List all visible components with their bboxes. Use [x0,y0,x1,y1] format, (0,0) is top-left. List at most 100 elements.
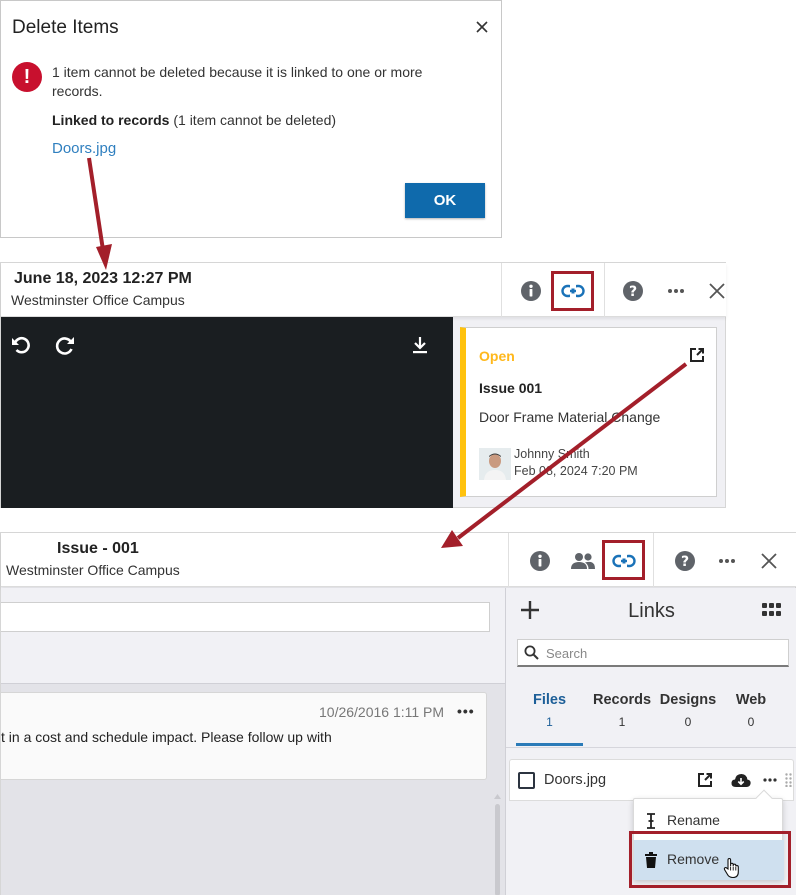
linked-records-label: Linked to records [52,112,170,128]
record-number: Issue 001 [479,380,543,396]
help-button[interactable]: ? [621,279,645,303]
issue-details-area: 10/26/2016 1:11 PM ••• t in a cost and s… [1,588,505,895]
user-photo-icon [479,448,511,480]
photo-viewer-panel: June 18, 2023 12:27 PM Westminster Offic… [0,262,726,508]
svg-text:?: ? [629,284,637,300]
tab-count: 0 [747,715,755,729]
delete-items-dialog: Delete Items ! 1 item cannot be deleted … [0,0,502,238]
close-button[interactable] [758,549,780,573]
file-name: Doors.jpg [544,772,607,788]
toolbar-divider [604,263,605,317]
download-file-button[interactable] [730,771,752,789]
tab-designs[interactable]: Designs 0 [656,692,720,746]
linked-file-row[interactable]: Doors.jpg [509,759,794,801]
menu-item-label: Rename [667,812,720,828]
file-checkbox[interactable] [518,772,535,789]
file-more-button[interactable] [762,771,778,789]
rotate-right-button[interactable] [53,333,77,357]
tab-files[interactable]: Files 1 [516,692,583,746]
tab-records[interactable]: Records 1 [586,692,658,746]
dialog-close-button[interactable] [474,19,490,35]
error-exclamation-icon: ! [12,62,42,92]
issue-title: Issue - 001 [57,540,139,557]
tab-count: 1 [618,715,626,729]
issue-header: Issue - 001 Westminster Office Campus ? [1,533,796,587]
help-icon: ? [623,281,643,301]
error-message: 1 item cannot be deleted because it is l… [52,64,423,99]
drag-handle-icon [784,773,792,787]
rotate-right-icon [55,337,74,355]
links-title: Links [628,600,675,622]
svg-text:?: ? [681,554,689,570]
links-panel: Links Files 1 Records 1 Designs 0 Web 0 [505,588,796,895]
issue-panel: Issue - 001 Westminster Office Campus ? … [0,532,796,895]
external-link-icon [690,348,704,362]
grid-view-icon [762,603,781,616]
issue-field-input[interactable] [1,602,490,632]
open-record-button[interactable] [688,346,706,364]
text-cursor-icon [647,813,655,829]
tab-label: Web [735,692,767,708]
more-icon [719,559,735,563]
toolbar-divider [508,533,509,587]
cloud-download-icon [731,773,751,787]
ok-button[interactable]: OK [405,183,485,218]
info-button[interactable] [519,279,543,303]
tabs-divider [506,747,796,748]
comment-more-button[interactable]: ••• [457,703,475,719]
people-button[interactable] [569,549,597,573]
highlight-frame [629,831,791,888]
open-file-button[interactable] [696,771,714,789]
scrollbar-thumb[interactable] [495,804,500,895]
linked-records-note: (1 item cannot be deleted) [173,112,337,128]
tab-web[interactable]: Web 0 [726,692,776,746]
viewer-header: June 18, 2023 12:27 PM Westminster Offic… [1,263,726,317]
scroll-up-icon [494,794,501,799]
tab-count: 0 [684,715,692,729]
toolbar-divider [653,533,654,587]
record-description: Door Frame Material Change [479,409,661,425]
close-icon [709,283,725,299]
highlight-frame [551,271,594,311]
photo-canvas[interactable] [1,317,453,508]
info-button[interactable] [528,549,552,573]
close-button[interactable] [706,279,728,303]
more-button[interactable] [716,549,738,573]
links-search-input[interactable] [546,642,776,664]
record-status: Open [479,348,515,364]
comments-section: 10/26/2016 1:11 PM ••• t in a cost and s… [1,683,505,895]
info-icon [530,551,550,571]
viewer-title: June 18, 2023 12:27 PM [14,270,192,287]
more-icon [763,778,777,782]
vertical-scrollbar[interactable] [492,794,502,895]
close-icon [761,553,777,569]
download-icon [413,337,427,354]
more-button[interactable] [665,279,687,303]
viewer-subtitle: Westminster Office Campus [11,292,185,308]
dialog-title: Delete Items [12,17,119,38]
toolbar-divider [501,263,502,317]
linked-records-line: Linked to records (1 item cannot be dele… [52,112,336,128]
linked-record-card[interactable]: Open Issue 001 Door Frame Material Chang… [460,327,717,497]
issue-subtitle: Westminster Office Campus [6,562,180,578]
comment-card: 10/26/2016 1:11 PM ••• t in a cost and s… [1,692,487,780]
help-button[interactable]: ? [673,549,697,573]
download-button[interactable] [409,333,431,357]
linked-file-link[interactable]: Doors.jpg [52,140,116,157]
close-icon [476,21,488,33]
comment-text: t in a cost and schedule impact. Please … [1,729,332,745]
tab-count: 1 [546,715,553,729]
more-icon [668,289,684,293]
record-author: Johnny Smith [514,447,590,461]
comment-date: 10/26/2016 1:11 PM [319,704,445,720]
rotate-left-icon [12,336,30,354]
external-link-icon [698,773,712,787]
view-toggle-button[interactable] [762,602,782,618]
links-search[interactable] [517,639,789,667]
rotate-left-button[interactable] [9,333,33,357]
tab-label: Designs [659,692,717,708]
drag-handle[interactable] [784,772,792,788]
tab-label: Records [592,692,652,708]
tab-label: Files [532,692,567,708]
avatar [479,448,511,480]
